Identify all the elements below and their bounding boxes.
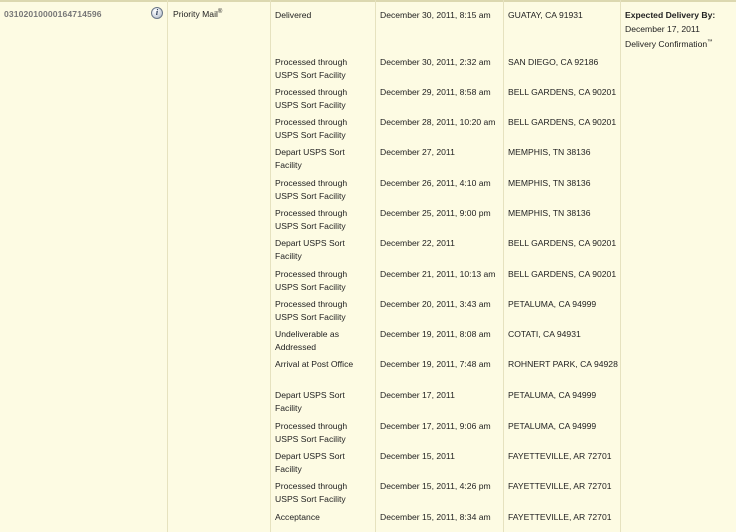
event-status: Depart USPS Sort Facility xyxy=(275,238,345,261)
tracking-results-table: 03102010000164714596 i Priority Mail® De… xyxy=(0,0,736,532)
delivery-confirmation-link[interactable]: Delivery Confirmation™ xyxy=(625,36,735,51)
event-date: December 19, 2011, 8:08 am xyxy=(380,329,491,339)
event-date: December 30, 2011, 8:15 am xyxy=(380,10,491,20)
event-date: December 22, 2011 xyxy=(380,238,455,248)
event-date: December 26, 2011, 4:10 am xyxy=(380,178,491,188)
event-status: Depart USPS Sort Facility xyxy=(275,390,345,413)
expected-delivery-title: Expected Delivery By: xyxy=(625,10,716,20)
event-location: SAN DIEGO, CA 92186 xyxy=(508,57,599,67)
expected-delivery-date: December 17, 2011 xyxy=(625,23,700,34)
event-status: Processed through USPS Sort Facility xyxy=(275,178,348,201)
event-date: December 15, 2011 xyxy=(380,451,455,461)
event-status: Undeliverable as Addressed xyxy=(275,329,340,352)
event-status: Processed through USPS Sort Facility xyxy=(275,87,348,110)
column-divider xyxy=(620,0,621,532)
event-date: December 29, 2011, 8:58 am xyxy=(380,87,491,97)
event-date: December 15, 2011, 4:26 pm xyxy=(380,481,491,491)
event-date: December 17, 2011, 9:06 am xyxy=(380,421,491,431)
event-date: December 30, 2011, 2:32 am xyxy=(380,57,491,67)
service-type: Priority Mail® xyxy=(173,9,222,19)
event-status: Processed through USPS Sort Facility xyxy=(275,117,348,140)
info-icon[interactable]: i xyxy=(151,7,163,19)
event-date: December 17, 2011 xyxy=(380,390,455,400)
event-location: MEMPHIS, TN 38136 xyxy=(508,178,591,188)
table-top-border xyxy=(0,0,736,2)
event-location: ROHNERT PARK, CA 94928 xyxy=(508,359,618,369)
event-date: December 28, 2011, 10:20 am xyxy=(380,117,496,127)
event-location: MEMPHIS, TN 38136 xyxy=(508,208,591,218)
event-status: Processed through USPS Sort Facility xyxy=(275,57,348,80)
event-location: BELL GARDENS, CA 90201 xyxy=(508,117,617,127)
event-status: Acceptance xyxy=(275,512,320,522)
event-location: FAYETTEVILLE, AR 72701 xyxy=(508,481,612,491)
trademark-mark: ™ xyxy=(707,39,713,45)
event-status: Processed through USPS Sort Facility xyxy=(275,481,348,504)
event-location: BELL GARDENS, CA 90201 xyxy=(508,238,617,248)
event-location: PETALUMA, CA 94999 xyxy=(508,421,597,431)
event-location: PETALUMA, CA 94999 xyxy=(508,390,597,400)
event-date: December 19, 2011, 7:48 am xyxy=(380,359,491,369)
event-location: FAYETTEVILLE, AR 72701 xyxy=(508,451,612,461)
event-location: PETALUMA, CA 94999 xyxy=(508,299,597,309)
event-status: Processed through USPS Sort Facility xyxy=(275,421,348,444)
event-date: December 15, 2011, 8:34 am xyxy=(380,512,491,522)
tracking-number: 03102010000164714596 xyxy=(4,9,102,19)
event-status: Delivered xyxy=(275,10,312,20)
event-location: GUATAY, CA 91931 xyxy=(508,10,583,20)
event-location: BELL GARDENS, CA 90201 xyxy=(508,269,617,279)
column-divider xyxy=(375,0,376,532)
event-location: FAYETTEVILLE, AR 72701 xyxy=(508,512,612,522)
event-location: COTATI, CA 94931 xyxy=(508,329,581,339)
delivery-confirmation-label: Delivery Confirmation xyxy=(625,38,708,49)
event-location: BELL GARDENS, CA 90201 xyxy=(508,87,617,97)
column-divider xyxy=(167,0,168,532)
column-divider xyxy=(270,0,271,532)
event-status: Arrival at Post Office xyxy=(275,359,354,369)
event-status: Depart USPS Sort Facility xyxy=(275,147,345,170)
registered-mark: ® xyxy=(217,9,223,16)
event-status: Depart USPS Sort Facility xyxy=(275,451,345,474)
service-name: Priority Mail xyxy=(173,9,218,19)
event-status: Processed through USPS Sort Facility xyxy=(275,208,348,231)
event-date: December 27, 2011 xyxy=(380,147,455,157)
expected-delivery: Expected Delivery By: December 17, 2011 … xyxy=(625,9,735,51)
event-date: December 25, 2011, 9:00 pm xyxy=(380,208,491,218)
event-date: December 21, 2011, 10:13 am xyxy=(380,269,496,279)
event-status: Processed through USPS Sort Facility xyxy=(275,269,348,292)
event-status: Processed through USPS Sort Facility xyxy=(275,299,348,322)
event-location: MEMPHIS, TN 38136 xyxy=(508,147,591,157)
event-date: December 20, 2011, 3:43 am xyxy=(380,299,491,309)
